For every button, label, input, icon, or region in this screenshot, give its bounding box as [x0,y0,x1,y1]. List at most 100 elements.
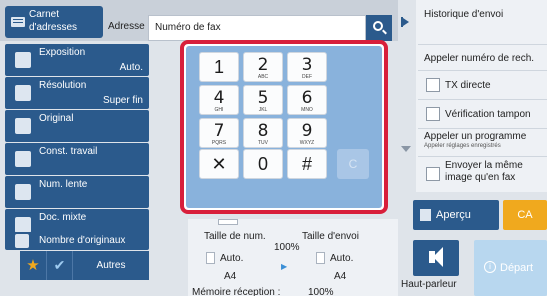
favorites-button[interactable]: ★ [20,251,46,280]
preview-icon [420,209,431,221]
key-letters: MNO [301,107,313,113]
send-paper-size: A4 [334,271,347,282]
originals-count-button[interactable]: Nombre d'originaux [5,232,149,250]
key-digit: 3 [301,55,313,75]
resolution-value: Super fin [102,95,143,106]
key-digit: # [301,154,312,174]
scan-paper-size: A4 [224,271,237,282]
panel-toggle-bar[interactable] [398,0,416,192]
expand-panel-icon[interactable] [403,18,409,26]
stamp-check-label: Vérification tampon [445,109,531,120]
original-label: Original [39,113,74,124]
key-digit: 5 [257,88,269,108]
memory-value: 100% [308,287,334,296]
key-digit: ✕ [211,154,227,174]
speaker-button[interactable] [413,240,459,276]
search-button[interactable] [366,15,392,41]
key-letters: DEF [302,74,312,80]
slow-num-icon [15,184,31,200]
exposure-icon [15,52,31,68]
preview-label: Aperçu [436,209,471,221]
direct-tx-label: TX directe [445,80,491,91]
address-label: Adresse [108,21,145,32]
arrow-right-icon: ▶ [281,262,288,271]
check-icon: ✔ [53,257,66,273]
originals-count-label: Nombre d'originaux [39,235,126,246]
document-icon [206,252,215,264]
key-letters: TUV [258,140,268,146]
others-button[interactable]: Autres [72,251,149,280]
key-10[interactable]: 0 [243,149,283,179]
key-digit: 0 [257,154,268,174]
key-letters: WXYZ [299,140,315,146]
star-icon: ★ [26,257,40,274]
const-job-label: Const. travail [39,146,98,157]
resolution-icon [15,85,31,101]
key-2[interactable]: 3 DEF [287,52,327,82]
key-5[interactable]: 6 MNO [287,85,327,115]
start-label: Départ [500,262,534,274]
key-3[interactable]: 4 GHI [199,85,239,115]
key-digit: 9 [301,121,313,141]
const-job-icon [15,151,31,167]
resolution-label: Résolution [39,80,87,91]
mixed-doc-label: Doc. mixte [39,212,87,223]
scan-size-label: Taille de num. [204,231,266,242]
key-digit: 1 [213,57,224,77]
scroll-down-icon[interactable] [401,146,411,152]
direct-tx-checkbox[interactable] [426,78,440,92]
recall-number-item[interactable]: Appeler numéro de rech. [424,53,534,64]
exposure-label: Exposition [39,47,86,58]
exposure-button[interactable]: Exposition Auto. [5,44,149,76]
key-digit: 2 [257,55,269,75]
key-7[interactable]: 8 TUV [243,118,283,148]
preview-button[interactable]: Aperçu [413,200,499,230]
send-size-mode: Auto. [330,253,354,264]
document-icon [316,252,325,264]
mixed-doc-icon [15,217,31,233]
key-9[interactable]: ✕ [199,149,239,179]
check-button[interactable]: ✔ [46,251,72,280]
address-book-label: Carnet d'adresses [29,9,78,33]
resolution-button[interactable]: Résolution Super fin [5,77,149,109]
fax-number-input[interactable]: Numéro de fax [148,15,366,41]
key-0[interactable]: 1 [199,52,239,82]
key-digit: 7 [213,121,225,141]
key-letters: PQRS [211,140,227,146]
exposure-value: Auto. [119,62,143,73]
send-settings-info: Taille de num. Taille d'envoi 100% Auto.… [188,219,398,296]
original-button[interactable]: Original [5,110,149,142]
ratio-value: 100% [274,242,300,253]
address-book-icon [11,17,25,27]
key-8[interactable]: 9 WXYZ [287,118,327,148]
scan-size-mode: Auto. [220,253,244,264]
start-button[interactable]: i Départ [474,240,547,296]
slow-num-label: Num. lente [39,179,88,190]
key-digit: 4 [213,88,225,108]
send-size-label: Taille d'envoi [302,231,359,242]
clear-key[interactable]: C [337,149,369,179]
same-image-label: Envoyer la même image qu'en fax [445,160,523,183]
call-program-subtitle: Appeler réglages enregistrés [424,143,501,149]
clear-all-button[interactable]: CA [503,200,547,230]
scanner-icon [218,219,238,225]
key-letters: GHI [214,107,224,113]
key-11[interactable]: # [287,149,327,179]
stamp-check-checkbox[interactable] [426,107,440,121]
speaker-label: Haut-parleur [401,279,457,290]
send-history-item[interactable]: Historique d'envoi [424,9,503,20]
key-letters: JKL [258,107,268,113]
same-image-checkbox[interactable] [426,167,440,181]
key-digit: 8 [257,121,269,141]
slow-num-button[interactable]: Num. lente [5,176,149,208]
key-digit: 6 [301,88,313,108]
start-icon: i [484,261,496,273]
call-program-item[interactable]: Appeler un programme [424,131,526,142]
original-icon [15,118,31,134]
const-job-button[interactable]: Const. travail [5,143,149,175]
address-book-button[interactable]: Carnet d'adresses [5,6,103,38]
memory-label: Mémoire réception : [192,287,281,296]
key-6[interactable]: 7 PQRS [199,118,239,148]
key-1[interactable]: 2 ABC [243,52,283,82]
key-4[interactable]: 5 JKL [243,85,283,115]
